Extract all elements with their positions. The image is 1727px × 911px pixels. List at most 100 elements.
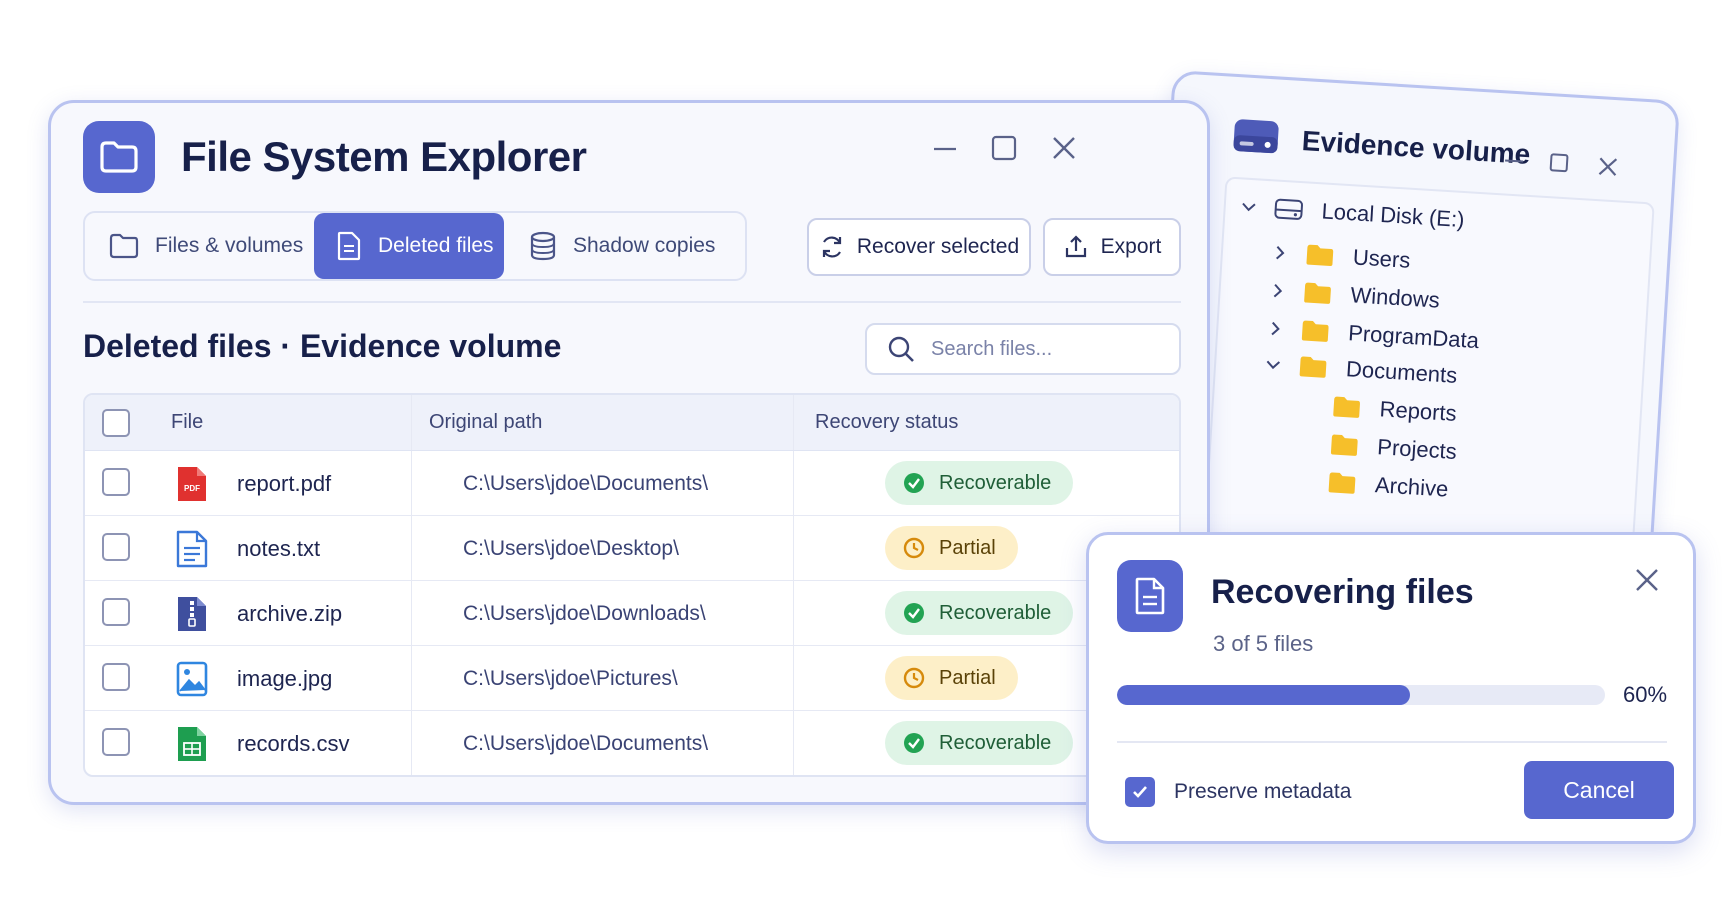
file-name: archive.zip [237, 601, 343, 626]
tab-shadow-copies[interactable]: Shadow copies [529, 213, 729, 279]
export-button[interactable]: Export [1043, 218, 1181, 276]
image-file-icon [176, 661, 208, 697]
row-checkbox[interactable] [102, 468, 130, 496]
preserve-metadata-checkbox[interactable] [1125, 777, 1155, 807]
chevron-down-icon [1242, 202, 1256, 212]
tree-item-users[interactable]: Users [1270, 239, 1411, 273]
table-row[interactable]: image.jpg C:\Users\jdoe\Pictures\ Partia… [85, 646, 1179, 711]
spreadsheet-file-icon [178, 727, 206, 761]
table-row[interactable]: records.csv C:\Users\jdoe\Documents\ Rec… [85, 711, 1179, 775]
tab-label: Deleted files [378, 234, 494, 257]
tree-item-label: Projects [1376, 434, 1458, 465]
search-input[interactable] [931, 337, 1151, 361]
column-header-recovery-status: Recovery status [815, 411, 959, 433]
export-label: Export [1100, 235, 1162, 258]
status-label: Partial [939, 536, 996, 559]
close-icon[interactable] [1596, 155, 1619, 178]
svg-text:PDF: PDF [184, 484, 200, 493]
tree-item-reports[interactable]: Reports [1331, 393, 1457, 427]
row-checkbox[interactable] [102, 598, 130, 626]
folder-icon [1330, 434, 1358, 456]
close-icon[interactable] [1051, 135, 1077, 161]
tree-item-programdata[interactable]: ProgramData [1266, 315, 1480, 354]
tree-item-local-disk[interactable]: Local Disk (E:) [1239, 193, 1465, 233]
status-label: Recoverable [939, 471, 1052, 494]
chevron-right-icon [1273, 283, 1283, 298]
tree-item-windows[interactable]: Windows [1268, 277, 1441, 313]
tree-item-archive[interactable]: Archive [1326, 469, 1449, 502]
table-row[interactable]: notes.txt C:\Users\jdoe\Desktop\ Partial [85, 516, 1179, 581]
row-checkbox[interactable] [102, 728, 130, 756]
clock-icon [903, 537, 925, 559]
text-file-icon [176, 530, 208, 568]
status-label: Partial [939, 666, 996, 689]
status-label: Recoverable [939, 731, 1052, 754]
status-badge: Recoverable [885, 461, 1074, 505]
dialog-subtitle: 3 of 5 files [1213, 631, 1314, 656]
table-row[interactable]: archive.zip C:\Users\jdoe\Downloads\ Rec… [85, 581, 1179, 646]
drive-icon [1231, 115, 1281, 158]
status-badge: Recoverable [885, 591, 1074, 635]
document-icon [337, 231, 361, 261]
column-divider [793, 646, 794, 710]
file-name: image.jpg [237, 666, 333, 691]
tree-item-label: Users [1352, 244, 1412, 273]
cancel-button[interactable]: Cancel [1524, 761, 1674, 819]
select-all-checkbox[interactable] [102, 409, 130, 437]
row-checkbox[interactable] [102, 663, 130, 691]
search-icon [888, 336, 914, 362]
check-circle-icon [904, 603, 924, 623]
status-label: Recoverable [939, 601, 1052, 624]
recovering-files-dialog: Recovering files 3 of 5 files 60% Preser… [1086, 532, 1696, 844]
evidence-window-title: Evidence volume [1300, 125, 1532, 170]
minimize-icon[interactable] [1502, 149, 1525, 172]
column-divider [411, 581, 412, 645]
maximize-icon[interactable] [1548, 152, 1569, 173]
folder-icon [83, 121, 155, 193]
tab-files-volumes[interactable]: Files & volumes [109, 213, 309, 279]
recover-selected-label: Recover selected [856, 235, 1020, 258]
table-row[interactable]: PDF report.pdf C:\Users\jdoe\Documents\ … [85, 451, 1179, 516]
maximize-icon[interactable] [991, 135, 1017, 161]
upload-icon [1065, 235, 1086, 258]
column-divider [411, 646, 412, 710]
status-badge: Partial [885, 656, 1018, 700]
column-divider [793, 581, 794, 645]
column-divider [411, 395, 412, 450]
page-title: Deleted files · Evidence volume [83, 328, 562, 364]
file-name: report.pdf [237, 471, 332, 496]
view-tabs: Files & volumes Deleted files Shadow cop… [83, 211, 747, 281]
refresh-icon [822, 236, 841, 258]
status-badge: Partial [885, 526, 1018, 570]
folder-icon [1306, 244, 1334, 266]
folder-icon [1304, 282, 1331, 304]
column-divider [793, 711, 794, 775]
tree-item-documents[interactable]: Documents [1263, 351, 1458, 389]
tab-label: Files & volumes [155, 234, 304, 257]
chevron-right-icon [1271, 321, 1280, 336]
dialog-title: Recovering files [1211, 573, 1474, 611]
dialog-divider [1117, 741, 1667, 743]
row-checkbox[interactable] [102, 533, 130, 561]
recover-selected-button[interactable]: Recover selected [807, 218, 1031, 276]
search-box [865, 323, 1181, 375]
preserve-metadata-label: Preserve metadata [1174, 780, 1352, 803]
deleted-files-table: File Original path Recovery status PDF r… [83, 393, 1181, 777]
minimize-icon[interactable] [933, 137, 957, 161]
file-system-explorer-window: File System Explorer Files & volumes Del… [48, 100, 1210, 805]
tab-deleted-files[interactable]: Deleted files [314, 213, 504, 279]
close-icon[interactable] [1634, 567, 1660, 598]
tree-item-label: Windows [1349, 282, 1441, 313]
database-icon [530, 231, 556, 261]
file-path: C:\Users\jdoe\Documents\ [463, 732, 709, 755]
chevron-right-icon [1276, 246, 1285, 260]
column-header-original-path: Original path [429, 411, 543, 433]
file-name: notes.txt [237, 536, 321, 561]
tree-item-label: Archive [1374, 472, 1450, 502]
document-icon [1117, 560, 1183, 632]
status-badge: Recoverable [885, 721, 1074, 765]
file-name: records.csv [237, 731, 350, 756]
column-divider [411, 451, 412, 515]
file-path: C:\Users\jdoe\Downloads\ [463, 602, 706, 625]
tree-item-projects[interactable]: Projects [1329, 431, 1458, 465]
